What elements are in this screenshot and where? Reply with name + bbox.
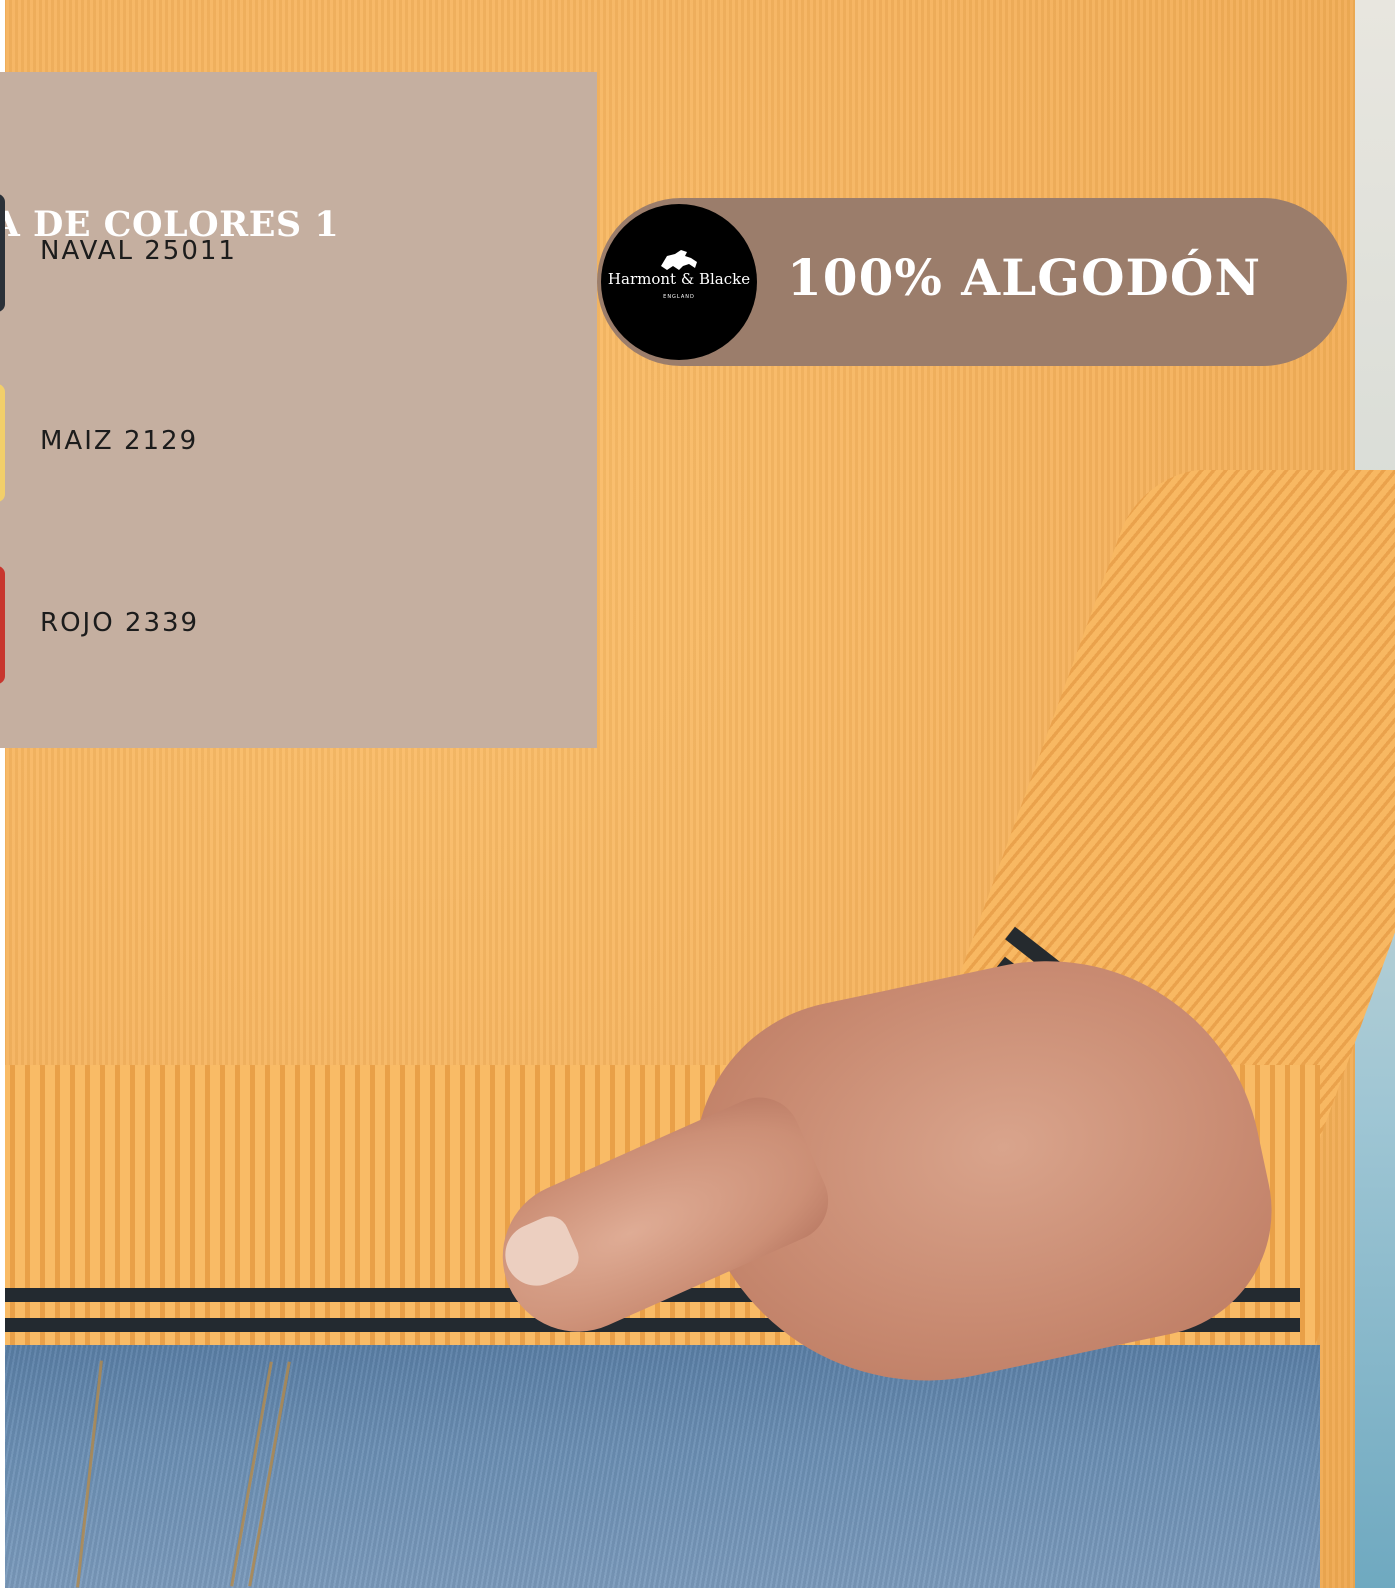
brand-name: Harmont & Blacke: [607, 270, 751, 288]
brand-subtitle: ENGLAND: [663, 294, 695, 300]
lion-icon: [661, 250, 697, 270]
color-label-rojo: ROJO 2339: [40, 608, 200, 638]
material-badge: Harmont & Blacke ENGLAND 100% ALGODÓN: [597, 198, 1347, 366]
material-text: 100% ALGODÓN: [787, 248, 1262, 307]
color-swatch-maiz: [0, 384, 5, 502]
color-swatch-naval: [0, 194, 5, 312]
color-label-naval: NAVAL 25011: [40, 236, 237, 266]
color-label-maiz: MAIZ 2129: [40, 426, 199, 456]
color-swatch-rojo: [0, 566, 5, 684]
jeans: [0, 1345, 1320, 1588]
brand-logo: Harmont & Blacke ENGLAND: [601, 204, 757, 360]
color-chart-panel: TA DE COLORES 1 NAVAL 25011 MAIZ 2129 RO…: [0, 72, 597, 748]
